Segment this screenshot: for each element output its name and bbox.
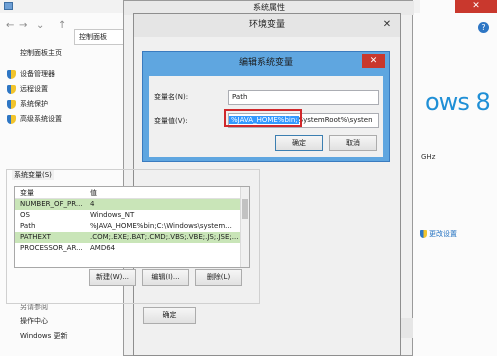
sidebar-item-advanced-settings[interactable]: 高级系统设置 [7, 113, 62, 125]
control-panel-nav-bar: ← → ⌄ ↑ 控制面板 [0, 13, 132, 45]
column-header-variable[interactable]: 变量 [15, 187, 85, 198]
value-cell: AMD64 [90, 244, 116, 252]
up-arrow-icon[interactable]: ↑ [58, 20, 66, 31]
edit-system-variable-dialog: 编辑系统变量 ✕ 变量名(N): Path 变量值(V): %JAVA_HOME… [142, 51, 390, 162]
shield-icon [7, 114, 16, 124]
sidebar-item-system-protection[interactable]: 系统保护 [7, 98, 48, 110]
control-panel-home-link[interactable]: 控制面板主页 [20, 48, 62, 58]
close-icon[interactable]: ✕ [362, 54, 385, 68]
variable-cell: PROCESSOR_AR... [20, 244, 83, 252]
forward-arrow-icon[interactable]: → [19, 20, 27, 31]
delete-variable-button[interactable]: 删除(L) [195, 269, 242, 286]
environment-variables-title: 环境变量 [134, 14, 400, 37]
windows-logo-text: ows 8 [425, 88, 491, 116]
value-cell: Windows_NT [90, 211, 135, 219]
table-header: 变量 值 [15, 187, 249, 199]
variable-name-field[interactable]: Path [228, 90, 379, 105]
change-settings-label: 更改设置 [429, 230, 457, 238]
window-close-button[interactable]: ✕ [455, 0, 497, 13]
ok-button[interactable]: 确定 [143, 307, 196, 324]
action-center-link[interactable]: 操作中心 [20, 316, 48, 326]
value-cell: 4 [90, 200, 95, 208]
value-text: SystemRoot%\systen [298, 116, 373, 124]
table-row[interactable]: PROCESSOR_AR... AMD64 [15, 243, 249, 254]
variable-cell: PATHEXT [20, 233, 51, 241]
shield-icon [420, 230, 427, 238]
table-scrollbar[interactable] [240, 187, 249, 267]
ok-button[interactable]: 确定 [275, 135, 323, 151]
variable-cell: OS [20, 211, 30, 219]
variable-value-label: 变量值(V): [154, 117, 188, 125]
edit-dialog-title: 编辑系统变量 [238, 58, 293, 68]
shield-icon [7, 99, 16, 109]
shield-icon [7, 84, 16, 94]
sidebar-item-device-manager[interactable]: 设备管理器 [7, 68, 55, 80]
cancel-button[interactable]: 取消 [329, 135, 377, 151]
change-settings-link[interactable]: 更改设置 [420, 229, 457, 239]
help-icon[interactable]: ? [478, 22, 489, 33]
shield-icon [7, 69, 16, 79]
table-row[interactable]: PATHEXT .COM;.EXE;.BAT;.CMD;.VBS;.VBE;.J… [15, 232, 249, 243]
control-panel-content-edge [420, 0, 497, 356]
windows-update-link[interactable]: Windows 更新 [20, 331, 67, 341]
sidebar-item-label: 系统保护 [20, 100, 48, 108]
back-arrow-icon[interactable]: ← [6, 20, 14, 31]
variable-name-label: 变量名(N): [154, 93, 189, 101]
system-variables-label: 系统变量(S) [12, 170, 54, 180]
annotation-highlight-box [224, 109, 302, 127]
value-cell: .COM;.EXE;.BAT;.CMD;.VBS;.VBE;.JS;.JSE;.… [90, 233, 239, 241]
sidebar-item-remote-settings[interactable]: 远程设置 [7, 83, 48, 95]
scrollbar-thumb[interactable] [242, 199, 248, 219]
column-header-value[interactable]: 值 [85, 187, 241, 198]
variable-cell: Path [20, 222, 36, 230]
close-icon[interactable]: ✕ [378, 17, 396, 33]
sidebar-item-label: 远程设置 [20, 85, 48, 93]
variable-cell: NUMBER_OF_PR... [20, 200, 83, 208]
processor-speed-text: GHz [421, 153, 436, 161]
value-cell: %JAVA_HOME%bin;C:\Windows\system... [90, 222, 232, 230]
control-panel-app-icon [4, 2, 13, 10]
table-row[interactable]: NUMBER_OF_PR... 4 [15, 199, 249, 210]
new-variable-button[interactable]: 新建(W)... [89, 269, 136, 286]
system-variables-table[interactable]: 变量 值 NUMBER_OF_PR... 4 OS Windows_NT Pat… [14, 186, 250, 268]
table-row[interactable]: Path %JAVA_HOME%bin;C:\Windows\system... [15, 221, 249, 232]
sidebar-item-label: 高级系统设置 [20, 115, 62, 123]
sidebar-item-label: 设备管理器 [20, 70, 55, 78]
table-row[interactable]: OS Windows_NT [15, 210, 249, 221]
dropdown-arrow-icon[interactable]: ⌄ [36, 20, 44, 31]
edit-variable-button[interactable]: 编辑(I)... [142, 269, 189, 286]
